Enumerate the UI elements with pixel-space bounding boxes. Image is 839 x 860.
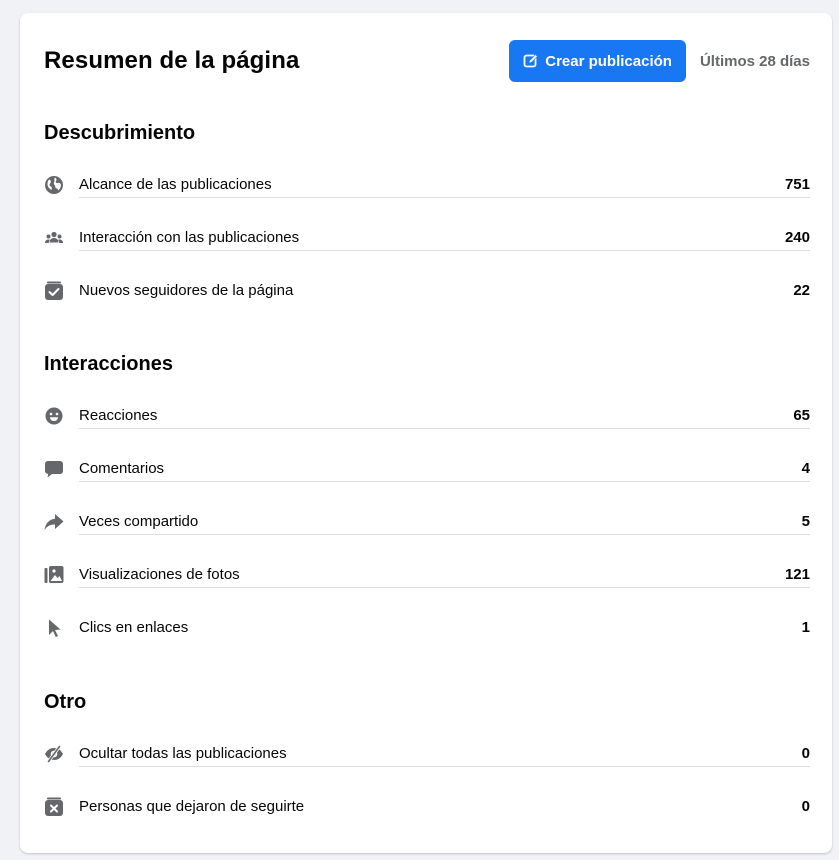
metric-row-unfollows[interactable]: Personas que dejaron de seguirte 0 — [44, 780, 810, 833]
metric-label: Comentarios — [79, 460, 165, 477]
metric-label: Ocultar todas las publicaciones — [79, 745, 287, 762]
metric-value: 65 — [793, 407, 810, 424]
eye-hidden-icon — [44, 744, 64, 764]
metric-label: Reacciones — [79, 407, 158, 424]
metric-value: 751 — [784, 176, 810, 193]
metric-row-comments[interactable]: Comentarios 4 — [44, 442, 810, 495]
globe-icon — [44, 175, 64, 195]
unfollow-x-icon — [44, 797, 64, 817]
share-arrow-icon — [44, 512, 64, 532]
metric-value: 1 — [801, 619, 810, 636]
metric-label: Visualizaciones de fotos — [79, 566, 240, 583]
cursor-icon — [44, 618, 64, 638]
metric-value: 240 — [784, 229, 810, 246]
metric-label: Clics en enlaces — [79, 619, 189, 636]
metric-row-new-followers[interactable]: Nuevos seguidores de la página 22 — [44, 264, 810, 317]
follow-check-icon — [44, 281, 64, 301]
people-icon — [44, 228, 64, 248]
comment-icon — [44, 459, 64, 479]
metric-row-photo-views[interactable]: Visualizaciones de fotos 121 — [44, 548, 810, 601]
metric-label: Veces compartido — [79, 513, 199, 530]
metric-row-reactions[interactable]: Reacciones 65 — [44, 389, 810, 442]
metric-value: 0 — [801, 745, 810, 762]
metric-row-post-engagement[interactable]: Interacción con las publicaciones 240 — [44, 211, 810, 264]
metric-row-link-clicks[interactable]: Clics en enlaces 1 — [44, 601, 810, 654]
create-post-button[interactable]: Crear publicación — [509, 40, 686, 82]
metric-label: Alcance de las publicaciones — [79, 176, 272, 193]
page-title: Resumen de la página — [44, 47, 300, 74]
section-title: Otro — [44, 691, 87, 713]
metric-value: 121 — [784, 566, 810, 583]
card-header: Resumen de la página Crear publicación Ú… — [44, 40, 810, 82]
smiley-icon — [44, 406, 64, 426]
metric-label: Interacción con las publicaciones — [79, 229, 300, 246]
metric-value: 5 — [801, 513, 810, 530]
metric-row-shares[interactable]: Veces compartido 5 — [44, 495, 810, 548]
edit-icon — [523, 53, 539, 69]
metric-value: 0 — [801, 798, 810, 815]
section-discovery: Descubrimiento Alcance de las publicacio… — [44, 120, 810, 317]
section-title: Descubrimiento — [44, 122, 196, 144]
create-post-label: Crear publicación — [545, 52, 672, 70]
section-title: Interacciones — [44, 353, 173, 375]
metric-label: Personas que dejaron de seguirte — [79, 798, 305, 815]
section-interactions: Interacciones Reacciones 65 Comentarios … — [44, 351, 810, 654]
period-label: Últimos 28 días — [699, 52, 810, 70]
photos-icon — [44, 565, 64, 585]
metric-row-post-reach[interactable]: Alcance de las publicaciones 751 — [44, 158, 810, 211]
page-summary-card: Resumen de la página Crear publicación Ú… — [20, 13, 832, 853]
metric-value: 22 — [793, 282, 810, 299]
section-other: Otro Ocultar todas las publicaciones 0 P… — [44, 689, 810, 833]
metric-label: Nuevos seguidores de la página — [79, 282, 294, 299]
metric-row-hide-all-posts[interactable]: Ocultar todas las publicaciones 0 — [44, 727, 810, 780]
metric-value: 4 — [801, 460, 810, 477]
